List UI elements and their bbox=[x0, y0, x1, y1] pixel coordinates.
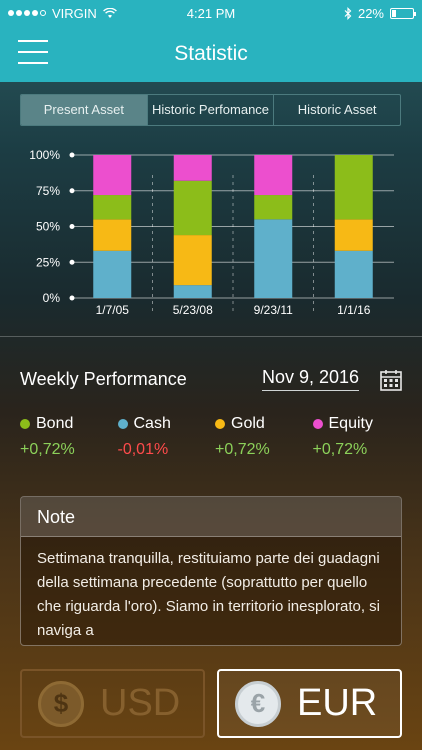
tick-dot bbox=[69, 295, 75, 301]
tab-historic-performance[interactable]: Historic Perfomance bbox=[148, 95, 275, 125]
perf-item-cash: Cash -0,01% bbox=[117, 415, 216, 459]
usd-label: USD bbox=[100, 682, 181, 724]
perf-value: +0,72% bbox=[20, 441, 75, 458]
x-tick-label: 5/23/08 bbox=[173, 303, 213, 317]
status-left: VIRGIN bbox=[8, 6, 117, 21]
bluetooth-icon bbox=[344, 6, 352, 20]
bar-segment bbox=[93, 195, 132, 220]
dollar-coin-icon: $ bbox=[38, 680, 84, 727]
bar-segment bbox=[93, 250, 132, 298]
battery-icon bbox=[390, 7, 416, 19]
status-bar: VIRGIN 4:21 PM 22% bbox=[0, 0, 422, 26]
note-text[interactable]: Settimana tranquilla, restituiamo parte … bbox=[21, 537, 401, 645]
y-tick-label: 100% bbox=[29, 148, 60, 162]
bar-segment bbox=[254, 155, 293, 196]
stacked-bar-chart: 0% 25% 50% 75% 100% 1/7/05 5/23/08 9/23/11 1/1/1… bbox=[29, 148, 394, 317]
performance-grid: Bond +0,72% Cash -0,01% Gold +0,72% Equi… bbox=[20, 415, 410, 459]
hamburger-icon bbox=[18, 40, 48, 42]
note-panel: Note Settimana tranquilla, restituiamo p… bbox=[20, 496, 402, 646]
perf-name: Gold bbox=[231, 415, 265, 432]
page-title: Statistic bbox=[174, 42, 248, 65]
nav-bar: Statistic bbox=[0, 26, 422, 82]
tick-dot bbox=[69, 224, 75, 229]
bar-segment bbox=[254, 219, 293, 298]
menu-button[interactable] bbox=[18, 40, 48, 64]
bar-segment bbox=[173, 285, 212, 298]
bar-segment bbox=[173, 235, 212, 286]
gold-dot-icon bbox=[215, 419, 225, 429]
y-tick-label: 25% bbox=[36, 255, 60, 269]
eur-label: EUR bbox=[297, 682, 378, 724]
x-tick-label: 1/7/05 bbox=[96, 303, 130, 317]
tick-dot bbox=[69, 188, 75, 194]
bar-segment bbox=[334, 250, 373, 298]
date-field[interactable]: Nov 9, 2016 bbox=[262, 367, 360, 391]
tick-dot bbox=[69, 152, 75, 158]
bar-segment bbox=[173, 180, 212, 236]
bar-segment bbox=[254, 195, 293, 220]
signal-icon bbox=[8, 10, 46, 16]
asset-chart: 0% 25% 50% 75% 100% 1/7/05 5/23/08 9/23/11 1/1/1… bbox=[0, 140, 422, 320]
y-tick-label: 0% bbox=[43, 291, 61, 305]
perf-item-equity: Equity +0,72% bbox=[312, 415, 411, 459]
battery-percent: 22% bbox=[357, 5, 384, 21]
note-title: Note bbox=[21, 497, 401, 537]
weekly-performance-title: Weekly Performance bbox=[20, 369, 187, 389]
bar-segment bbox=[334, 155, 373, 220]
tab-present-asset[interactable]: Present Asset bbox=[21, 95, 148, 125]
bar-segment bbox=[93, 219, 132, 251]
tick-dot bbox=[69, 259, 75, 265]
perf-value: +0,72% bbox=[215, 441, 270, 458]
y-tick-label: 50% bbox=[36, 220, 60, 234]
bar-segment bbox=[173, 155, 212, 181]
eur-button[interactable]: € EUR bbox=[217, 669, 402, 738]
y-tick-label: 75% bbox=[36, 184, 60, 198]
x-tick-label: 9/23/11 bbox=[254, 303, 293, 317]
carrier-name: VIRGIN bbox=[52, 5, 97, 21]
section-divider bbox=[0, 336, 422, 337]
perf-name: Bond bbox=[36, 415, 74, 432]
perf-name: Cash bbox=[133, 415, 171, 432]
perf-item-gold: Gold +0,72% bbox=[215, 415, 313, 459]
cash-dot-icon bbox=[117, 419, 128, 429]
bar-segment bbox=[334, 219, 373, 251]
tab-historic-asset[interactable]: Historic Asset bbox=[274, 95, 400, 125]
wifi-icon bbox=[102, 7, 117, 18]
usd-button[interactable]: $ USD bbox=[20, 669, 205, 738]
perf-name: Equity bbox=[328, 415, 373, 432]
bar-segment bbox=[93, 155, 132, 196]
x-tick-label: 1/1/16 bbox=[337, 303, 371, 317]
asset-tabs: Present Asset Historic Perfomance Histor… bbox=[20, 94, 401, 126]
bond-dot-icon bbox=[20, 419, 30, 429]
perf-item-bond: Bond +0,72% bbox=[20, 415, 118, 459]
euro-coin-icon: € bbox=[235, 680, 281, 727]
status-right: 22% bbox=[344, 5, 416, 21]
perf-value: -0,01% bbox=[117, 441, 169, 458]
equity-dot-icon bbox=[312, 419, 323, 429]
perf-value: +0,72% bbox=[312, 441, 368, 458]
calendar-icon[interactable] bbox=[379, 368, 403, 392]
